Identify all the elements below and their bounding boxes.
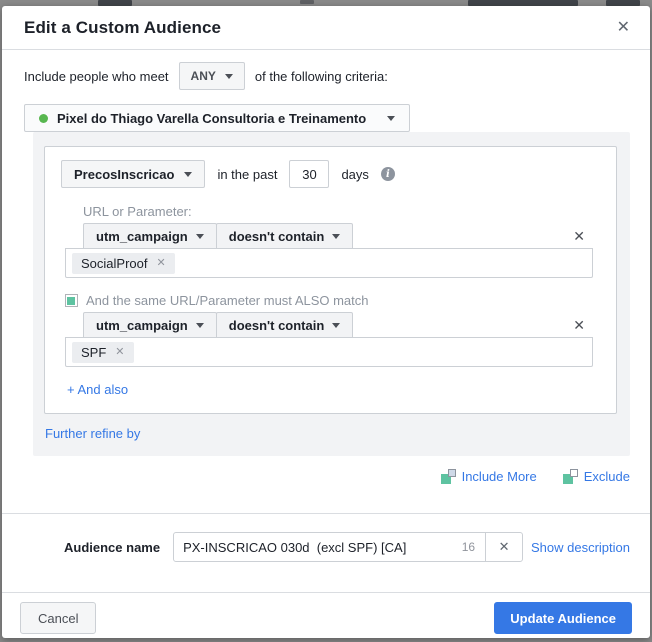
days-input[interactable] [289,160,330,188]
info-icon[interactable]: i [380,167,395,181]
exclude-link[interactable]: Exclude [562,469,630,484]
rule-1-value-input[interactable]: SocialProof ✕ [65,248,593,278]
rule-1-field-dropdown[interactable]: utm_campaign [83,223,217,249]
background-text-fragment [300,0,314,4]
rule-2-token: SPF ✕ [72,341,134,363]
caret-down-icon [387,115,396,121]
exclude-label: Exclude [583,469,630,484]
also-match-row: And the same URL/Parameter must ALSO mat… [65,293,593,308]
rule-2-operator-value: doesn't contain [228,317,325,333]
rule-2-field-value: utm_campaign [96,317,188,333]
include-more-label: Include More [461,469,537,484]
caret-down-icon [332,233,341,239]
match-type-row: Include people who meet ANY of the follo… [24,62,630,90]
days-text: days [341,166,369,182]
url-parameter-section: URL or Parameter: utm_campaign doesn't c… [65,204,593,399]
and-also-link[interactable]: + And also [67,382,128,397]
event-dropdown[interactable]: PrecosInscricao [61,160,206,188]
rule-2-operator-dropdown[interactable]: doesn't contain [215,312,354,338]
rule-2-token-remove-icon[interactable]: ✕ [115,346,124,358]
show-description-link[interactable]: Show description [531,540,630,555]
pixel-row: Pixel do Thiago Varella Consultoria e Tr… [24,104,630,132]
checkbox-fill-icon [67,297,75,305]
also-match-checkbox[interactable] [65,294,78,307]
audience-name-section: Audience name 16 ✕ Show description [2,513,650,592]
caret-down-icon [195,322,204,328]
in-the-past-text: in the past [217,166,278,182]
caret-down-icon [224,73,233,79]
caret-down-icon [184,171,193,177]
pixel-active-dot-icon [39,113,48,123]
pixel-dropdown[interactable]: Pixel do Thiago Varella Consultoria e Tr… [24,104,411,132]
caret-down-icon [195,233,204,239]
update-audience-button[interactable]: Update Audience [494,602,632,634]
rule-2-value-input[interactable]: SPF ✕ [65,337,593,367]
match-type-dropdown[interactable]: ANY [178,62,245,90]
include-more-icon [440,469,456,484]
criteria-panel: PrecosInscricao in the past days i URL o… [33,132,630,456]
caret-down-icon [332,322,341,328]
audience-name-label: Audience name [64,539,161,555]
rule-1-token-text: SocialProof [81,255,148,271]
include-suffix-text: of the following criteria: [254,68,388,84]
edit-custom-audience-dialog: Edit a Custom Audience ✕ Include people … [2,6,650,638]
rule-2-token-text: SPF [81,344,107,360]
dialog-footer: Cancel Update Audience [2,592,650,638]
rule-1-dropdown-row: utm_campaign doesn't contain ✕ [83,223,593,249]
rule-1-token: SocialProof ✕ [72,252,175,274]
rule-2-field-dropdown[interactable]: utm_campaign [83,312,217,338]
include-exclude-row: Include More Exclude [24,469,630,484]
audience-name-box: 16 ✕ [173,532,524,562]
char-count: 16 [461,540,476,554]
cancel-button[interactable]: Cancel [20,602,97,634]
rule-1-operator-value: doesn't contain [228,228,325,244]
audience-name-input[interactable] [174,539,458,555]
clear-name-icon[interactable]: ✕ [486,539,522,555]
also-match-label: And the same URL/Parameter must ALSO mat… [86,293,369,308]
include-prefix-text: Include people who meet [24,68,169,84]
rule-1-operator-dropdown[interactable]: doesn't contain [215,223,354,249]
include-more-link[interactable]: Include More [440,469,537,484]
match-type-value: ANY [190,69,216,83]
exclude-icon [562,469,578,484]
dialog-body: Include people who meet ANY of the follo… [2,50,650,513]
rule-2-remove-icon[interactable]: ✕ [573,318,585,332]
close-icon[interactable]: ✕ [613,20,634,36]
rule-1-token-remove-icon[interactable]: ✕ [156,257,165,269]
rule-2-dropdown-row: utm_campaign doesn't contain ✕ [83,312,593,338]
pixel-name: Pixel do Thiago Varella Consultoria e Tr… [57,110,367,126]
dialog-title: Edit a Custom Audience [24,18,222,37]
event-name: PrecosInscricao [74,166,175,182]
dialog-header: Edit a Custom Audience ✕ [2,6,650,50]
further-refine-link[interactable]: Further refine by [45,426,140,441]
rule-card: PrecosInscricao in the past days i URL o… [44,146,617,414]
rule-1-field-value: utm_campaign [96,228,188,244]
url-parameter-label: URL or Parameter: [83,204,192,219]
event-row: PrecosInscricao in the past days i [61,160,593,188]
rule-1-remove-icon[interactable]: ✕ [573,229,585,243]
